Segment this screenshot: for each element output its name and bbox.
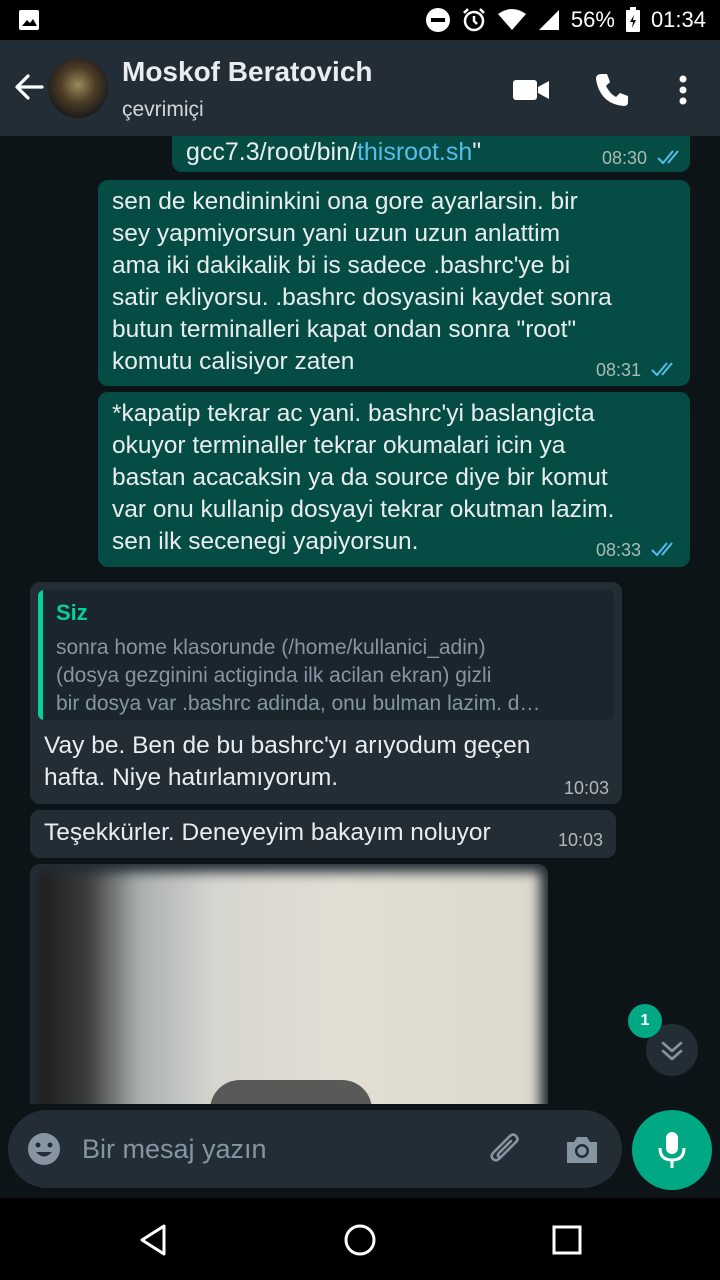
quote-line: (dosya gezginini actiginda ilk acilan ek… xyxy=(56,664,492,687)
camera-icon[interactable] xyxy=(562,1130,602,1170)
nav-recents-icon[interactable] xyxy=(547,1220,587,1260)
message-line: *kapatip tekrar ac yani. bashrc'yi basla… xyxy=(112,400,595,427)
read-ticks-icon xyxy=(651,362,673,377)
image-overlay-pill xyxy=(210,1080,372,1104)
nav-home-icon[interactable] xyxy=(340,1220,380,1260)
message-line: hafta. Niye hatırlamıyorum. xyxy=(44,764,339,791)
message-bubble-incoming[interactable]: Teşekkürler. Deneyeyim bakayım noluyor 1… xyxy=(30,810,616,858)
quote-line: bir dosya var .bashrc adinda, onu bulman… xyxy=(56,692,541,715)
status-bar: 56% 01:34 xyxy=(0,0,720,40)
message-text: gcc7.3/root/bin/thisroot.sh" xyxy=(186,136,481,168)
message-line: komutu calisiyor zaten xyxy=(112,348,355,375)
message-composer[interactable]: Bir mesaj yazın xyxy=(8,1110,622,1188)
clock: 01:34 xyxy=(650,7,706,32)
message-bubble-outgoing[interactable]: gcc7.3/root/bin/thisroot.sh" 08:30 xyxy=(172,136,690,172)
message-line: var onu kullanip dosyayi tekrar okutman … xyxy=(112,496,615,523)
message-text: Vay be. Ben de bu bashrc'yı arıyodum geç… xyxy=(44,730,530,794)
unread-count-badge: 1 xyxy=(628,1004,662,1038)
wifi-icon xyxy=(497,9,526,30)
message-text: sen de kendininkini ona gore ayarlarsin.… xyxy=(112,186,612,378)
contact-name[interactable]: Moskof Beratovich xyxy=(122,56,373,88)
message-link[interactable]: thisroot.sh xyxy=(357,138,472,166)
back-arrow-icon[interactable] xyxy=(12,70,46,104)
avatar[interactable] xyxy=(48,58,108,118)
image-icon xyxy=(19,10,39,30)
alarm-icon xyxy=(463,8,485,32)
image-thumbnail[interactable] xyxy=(38,872,540,1104)
message-input[interactable]: Bir mesaj yazın xyxy=(82,1134,267,1165)
message-line: sen de kendininkini ona gore ayarlarsin.… xyxy=(112,188,578,215)
signal-icon xyxy=(538,10,559,30)
message-text-suffix: " xyxy=(472,138,482,166)
message-time: 08:30 xyxy=(602,148,648,168)
image-message[interactable] xyxy=(30,864,548,1104)
message-line: okuyor terminaller tekrar okumalari icin… xyxy=(112,432,566,459)
message-line: satir ekliyorsu. .bashrc dosyasini kayde… xyxy=(112,284,612,311)
battery-icon xyxy=(625,7,640,32)
quote-author: Siz xyxy=(56,600,88,625)
dnd-icon xyxy=(425,8,450,32)
battery-percent: 56% xyxy=(570,7,615,32)
message-time: 10:03 xyxy=(558,830,604,850)
message-text: Teşekkürler. Deneyeyim bakayım noluyor xyxy=(44,819,491,846)
attach-icon[interactable] xyxy=(486,1130,526,1170)
quote-text: sonra home klasorunde (/home/kullanici_a… xyxy=(56,634,600,718)
message-time: 08:31 xyxy=(596,360,642,380)
more-icon[interactable] xyxy=(663,70,703,110)
voice-message-button[interactable] xyxy=(632,1110,712,1190)
mic-icon xyxy=(658,1132,686,1168)
message-bubble-outgoing[interactable]: *kapatip tekrar ac yani. bashrc'yi basla… xyxy=(98,392,690,567)
video-call-icon[interactable] xyxy=(511,70,551,110)
quote-accent-bar xyxy=(38,590,43,720)
nav-back-icon[interactable] xyxy=(134,1220,174,1260)
status-icons: 56% 01:34 xyxy=(425,6,706,34)
message-line: sey yapmiyorsun yani uzun uzun anlattim xyxy=(112,220,561,247)
phone-icon[interactable] xyxy=(592,70,632,110)
message-line: sen ilk secenegi yapiyorsun. xyxy=(112,528,419,555)
quoted-message[interactable]: Siz sonra home klasorunde (/home/kullani… xyxy=(38,590,614,720)
message-bubble-incoming[interactable]: Siz sonra home klasorunde (/home/kullani… xyxy=(30,582,622,804)
contact-status: çevrimiçi xyxy=(122,98,204,121)
message-line: butun terminalleri kapat ondan sonra "ro… xyxy=(112,316,577,343)
emoji-icon[interactable] xyxy=(26,1131,62,1167)
message-line: ama iki dakikalik bi is sadece .bashrc'y… xyxy=(112,252,571,279)
read-ticks-icon xyxy=(651,542,673,557)
message-list[interactable]: gcc7.3/root/bin/thisroot.sh" 08:30 sen d… xyxy=(0,136,720,1104)
message-text: *kapatip tekrar ac yani. bashrc'yi basla… xyxy=(112,398,614,558)
chat-header: Moskof Beratovich çevrimiçi xyxy=(0,40,720,136)
message-time: 10:03 xyxy=(564,778,610,798)
read-ticks-icon xyxy=(657,150,679,165)
message-time: 08:33 xyxy=(596,540,642,560)
message-text-prefix: gcc7.3/root/bin/ xyxy=(186,138,357,166)
system-nav-bar xyxy=(0,1198,720,1280)
message-line: bastan acacaksin ya da source diye bir k… xyxy=(112,464,608,491)
message-bubble-outgoing[interactable]: sen de kendininkini ona gore ayarlarsin.… xyxy=(98,180,690,386)
quote-line: sonra home klasorunde (/home/kullanici_a… xyxy=(56,636,486,659)
message-line: Vay be. Ben de bu bashrc'yı arıyodum geç… xyxy=(44,732,531,759)
